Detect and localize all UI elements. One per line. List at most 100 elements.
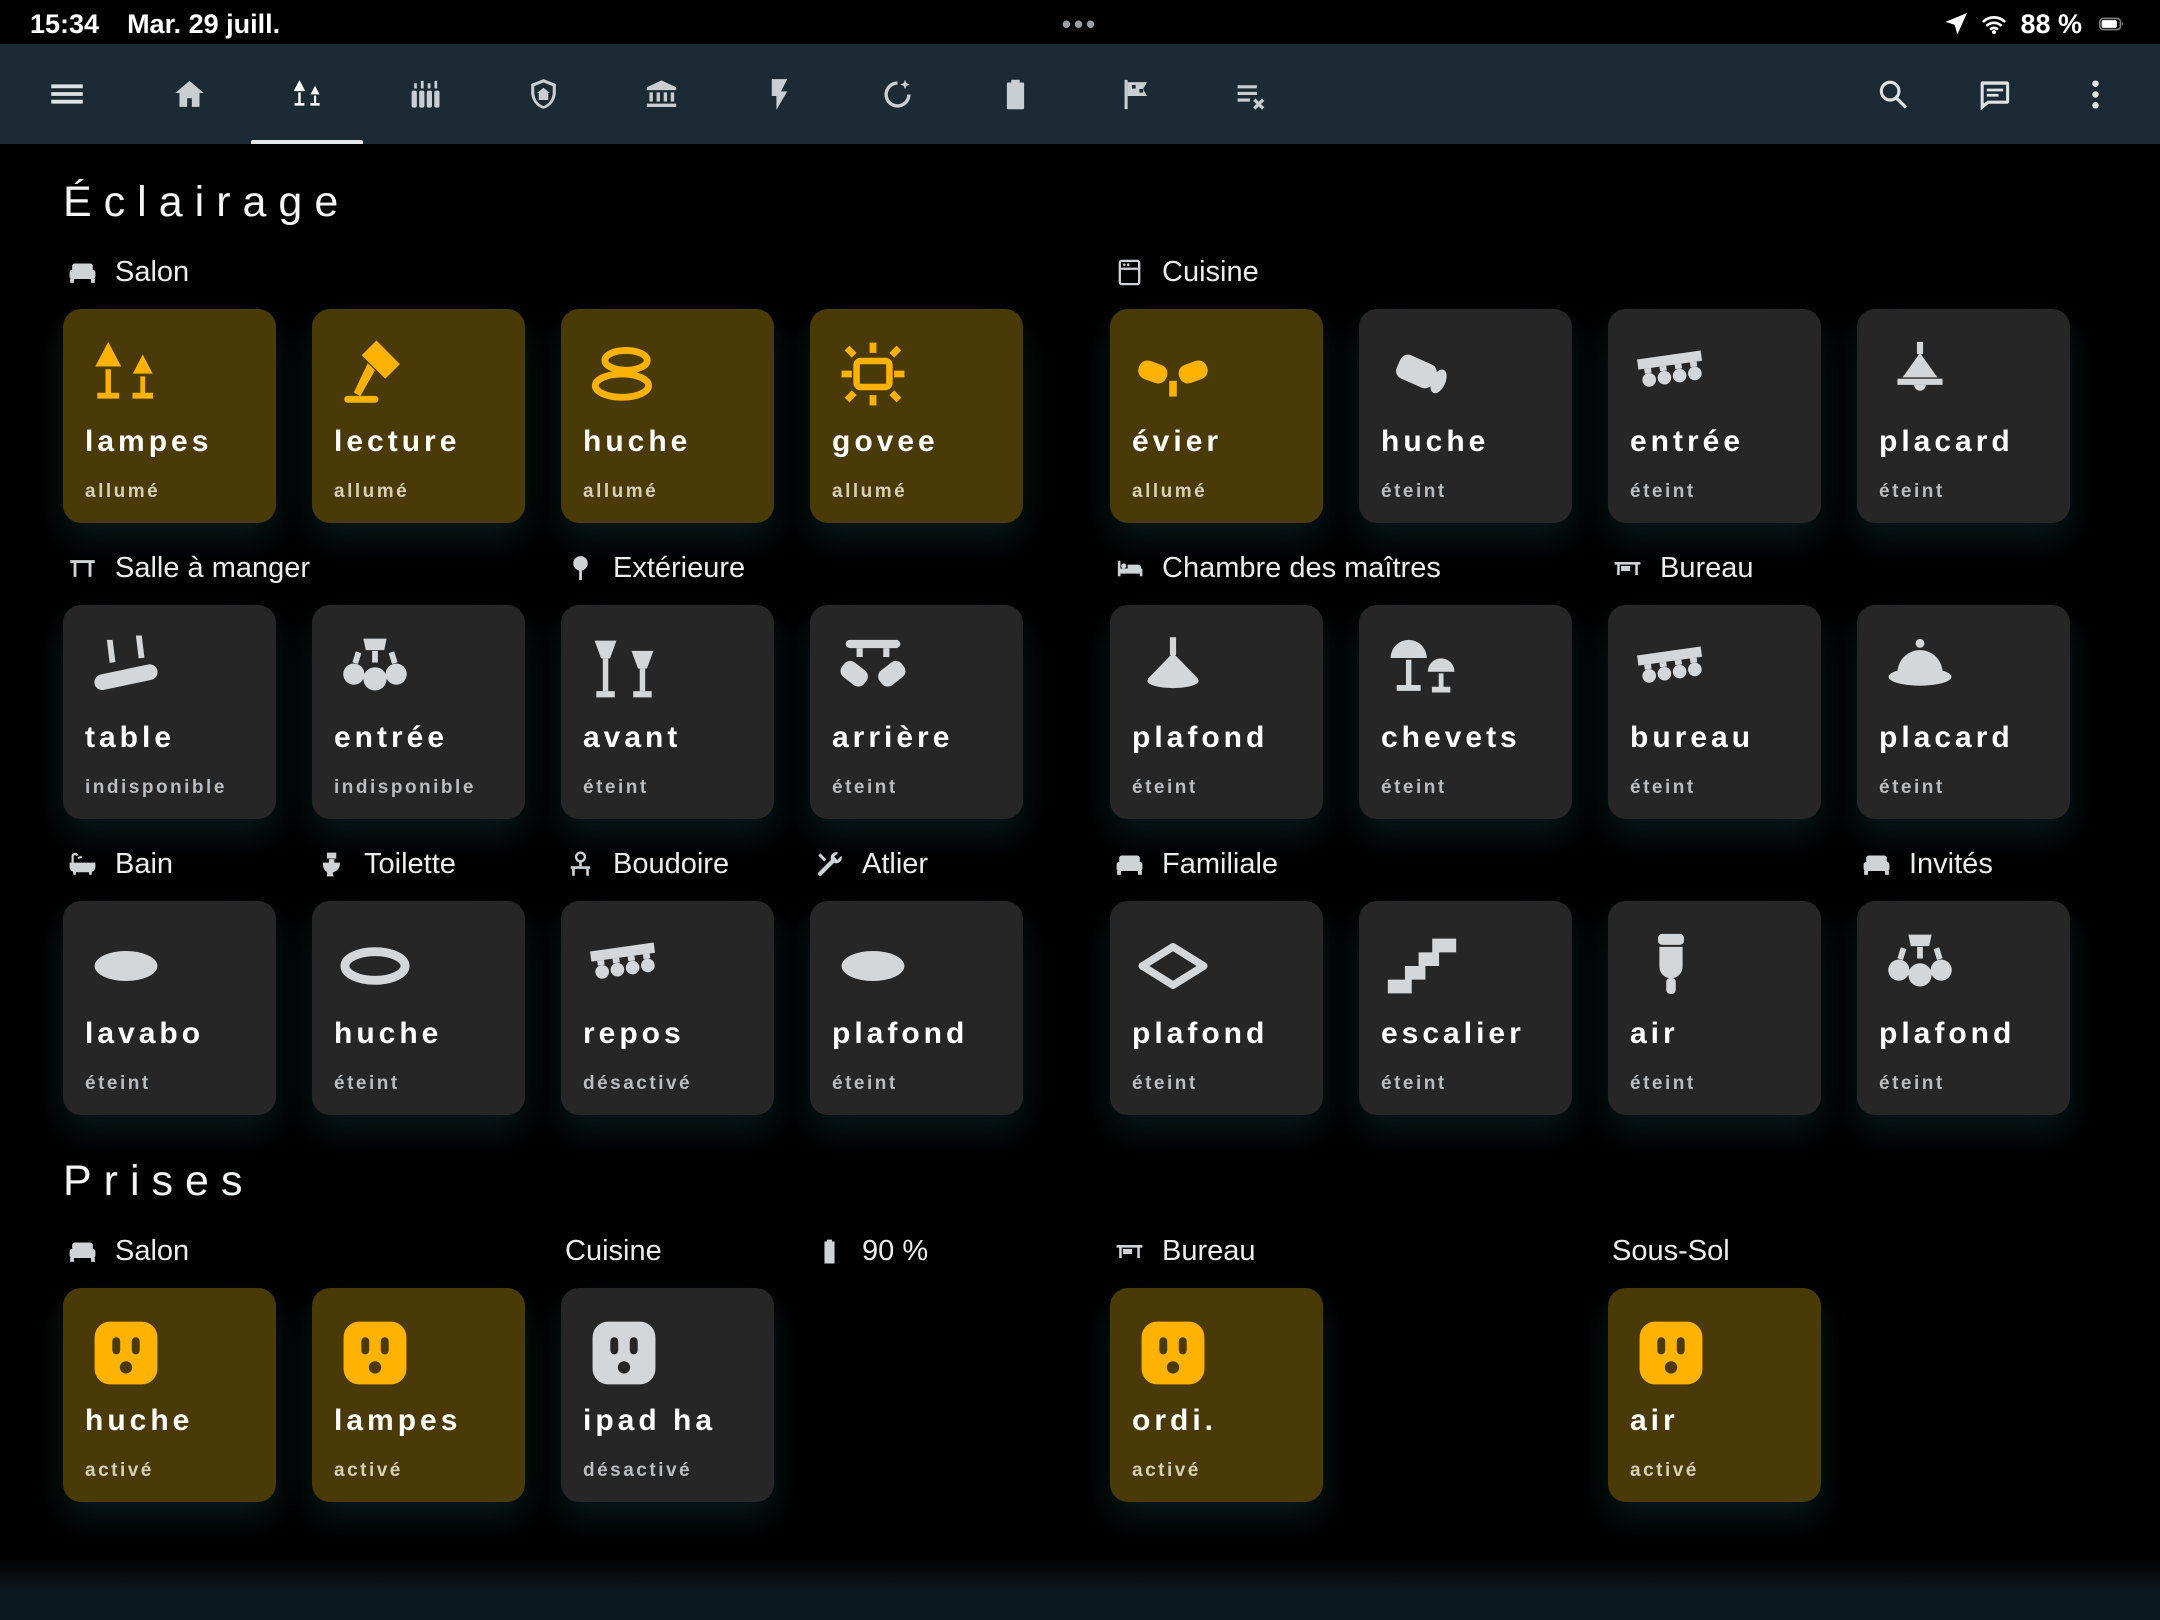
tab-radiator[interactable] (366, 44, 484, 144)
card-icon-wrap (1132, 621, 1301, 719)
light-card-invites-plafond[interactable]: plafondéteint (1857, 901, 2070, 1115)
card-label: ipad ha (583, 1404, 752, 1438)
outlet-icon (1132, 1312, 1214, 1394)
group-name: Bain (115, 848, 173, 881)
card-label: huche (334, 1017, 503, 1051)
playlist-remove-icon (1233, 76, 1270, 113)
outlet-card-bureau-ordi[interactable]: ordi.activé (1110, 1288, 1323, 1502)
card-label: lampes (85, 425, 254, 459)
outlet-icon (334, 1312, 416, 1394)
outlet-card-salon-huche[interactable]: hucheactivé (63, 1288, 276, 1502)
tab-playlist-remove[interactable] (1192, 44, 1310, 144)
overflow-menu-button[interactable] (2077, 76, 2114, 113)
light-card-familiale-escalier[interactable]: escalieréteint (1359, 901, 1572, 1115)
card-status: désactivé (583, 1460, 752, 1482)
light-card-salon-huche[interactable]: hucheallumé (561, 309, 774, 523)
tab-flash[interactable] (720, 44, 838, 144)
group-label-90: 90 % (810, 1220, 1023, 1282)
light-card-cuisine-entree[interactable]: entréeéteint (1608, 309, 1821, 523)
group-bureau: Bureauordi.activé (1110, 1220, 1323, 1502)
tab-bank[interactable] (602, 44, 720, 144)
appliance-icon (1114, 257, 1145, 288)
light-card-cuisine-huche[interactable]: hucheéteint (1359, 309, 1572, 523)
card-icon-wrap (832, 621, 1001, 719)
card-icon-wrap (832, 917, 1001, 1015)
dome-light-icon (1879, 629, 1961, 711)
light-card-atlier-plafond[interactable]: plafondéteint (810, 901, 1023, 1115)
light-card-salon-govee[interactable]: goveeallumé (810, 309, 1023, 523)
bottom-bar (0, 1558, 2160, 1620)
view-tabs (130, 44, 1310, 144)
light-card-salle-a-manger-entree[interactable]: entréeindisponible (312, 605, 525, 819)
light-card-familiale-air[interactable]: airéteint (1608, 901, 1821, 1115)
desk-icon (1612, 553, 1643, 584)
tab-climate-auto[interactable] (838, 44, 956, 144)
outlet-card-sous-sol-air[interactable]: airactivé (1608, 1288, 1821, 1502)
card-status: éteint (1381, 777, 1550, 799)
light-card-exterieure-arriere[interactable]: arrièreéteint (810, 605, 1023, 819)
light-card-familiale-plafond[interactable]: plafondéteint (1110, 901, 1323, 1115)
light-card-salle-a-manger-table[interactable]: tableindisponible (63, 605, 276, 819)
light-card-bureau-placard[interactable]: placardéteint (1857, 605, 2070, 819)
battery-status-icon (2094, 10, 2130, 38)
battery-small-icon (814, 1236, 845, 1267)
group-bureau: Bureaubureauéteintplacardéteint (1608, 537, 2070, 819)
outlet-card-salon-lampes[interactable]: lampes activé (312, 1288, 525, 1502)
light-card-toilette-huche[interactable]: huche éteint (312, 901, 525, 1115)
light-card-bain-lavabo[interactable]: lavaboéteint (63, 901, 276, 1115)
desk-icon (1114, 1236, 1145, 1267)
tab-shield-home[interactable] (484, 44, 602, 144)
light-card-boudoire-repos[interactable]: reposdésactivé (561, 901, 774, 1115)
bank-icon (643, 76, 680, 113)
search-button[interactable] (1875, 76, 1912, 113)
menu-button[interactable] (46, 73, 88, 115)
left-half: Salle à manger tableindisponibleentréeind… (63, 537, 1023, 819)
card-label: ordi. (1132, 1404, 1301, 1438)
group-label-cuisine: Cuisine (1110, 241, 2070, 303)
light-card-cuisine-evier[interactable]: évierallumé (1110, 309, 1323, 523)
light-card-salon-lecture[interactable]: lectureallumé (312, 309, 525, 523)
tools-icon (814, 849, 845, 880)
light-card-cuisine-placard[interactable]: placardéteint (1857, 309, 2070, 523)
card-label: bureau (1630, 721, 1799, 755)
card-label: huche (1381, 425, 1550, 459)
outlet-icon (85, 1312, 167, 1394)
group-name: Bureau (1660, 552, 1754, 585)
card-status: éteint (1381, 1073, 1550, 1095)
card-label: plafond (1132, 1017, 1301, 1051)
light-card-chambre-des-maitres-chevets[interactable]: chevetséteint (1359, 605, 1572, 819)
tab-flag-checkered[interactable] (1074, 44, 1192, 144)
card-label: huche (85, 1404, 254, 1438)
group-bain: Bain lavaboéteint (63, 833, 276, 1115)
cards: airactivé (1608, 1288, 1821, 1502)
dots-vertical-icon (2077, 76, 2114, 113)
group-name: Familiale (1162, 848, 1278, 881)
card-status: activé (334, 1460, 503, 1482)
cards: tableindisponibleentréeindisponible (63, 605, 525, 819)
table-lamps-icon (289, 76, 326, 113)
light-card-bureau-bureau[interactable]: bureauéteint (1608, 605, 1821, 819)
group-90: 90 % (810, 1220, 1023, 1502)
group-label-bain: Bain (63, 833, 276, 895)
card-label: lampes (334, 1404, 503, 1438)
group-name: Salle à manger (115, 552, 310, 585)
cards: plafondéteint (1857, 901, 2070, 1115)
light-card-chambre-des-maitres-plafond[interactable]: plafondéteint (1110, 605, 1323, 819)
card-status: éteint (334, 1073, 503, 1095)
card-icon-wrap (583, 917, 752, 1015)
tab-battery[interactable] (956, 44, 1074, 144)
spot-single-icon (1381, 333, 1463, 415)
light-card-salon-lampes[interactable]: lampesallumé (63, 309, 276, 523)
outlet-card-cuisine-ipad-ha[interactable]: ipad ha désactivé (561, 1288, 774, 1502)
light-card-exterieure-avant[interactable]: avantéteint (561, 605, 774, 819)
bed-icon (1114, 553, 1145, 584)
card-icon-wrap (1630, 1304, 1799, 1402)
tab-table-lamps[interactable] (248, 44, 366, 144)
cards: bureauéteintplacardéteint (1608, 605, 2070, 819)
cards: huche éteint (312, 901, 525, 1115)
chat-button[interactable] (1976, 76, 2013, 113)
tab-home[interactable] (130, 44, 248, 144)
card-status: éteint (1879, 777, 2048, 799)
right-half: Bureauordi.activéSous-Solairactivé (1110, 1220, 2070, 1502)
group-name: Cuisine (1162, 256, 1259, 289)
